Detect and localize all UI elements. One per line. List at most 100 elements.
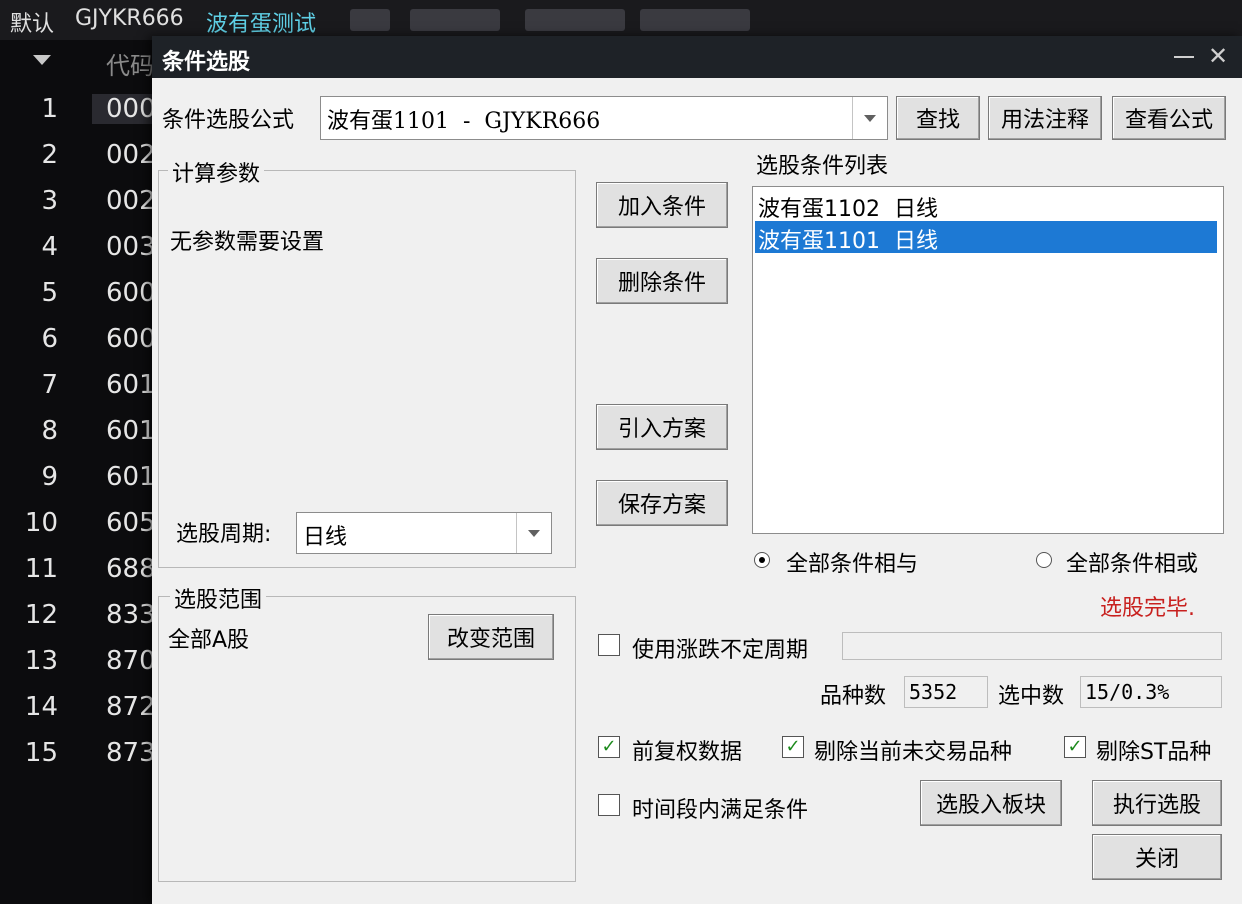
row-code: 003 [106,232,156,262]
row-code: 601 [106,462,156,492]
execute-button[interactable]: 执行选股 [1092,780,1222,826]
list-item[interactable]: 波有蛋1101 日线 [755,221,1217,254]
row-code: 870 [106,646,156,676]
table-row[interactable]: 10 605 [0,500,156,546]
change-range-button[interactable]: 改变范围 [428,614,554,660]
table-row[interactable]: 14 872 [0,684,156,730]
radio-all-or-label[interactable]: 全部条件相或 [1066,546,1198,578]
row-code: 002 [106,140,156,170]
blurred-tab [410,9,500,31]
row-code: 873 [106,738,156,768]
period-label: 选股周期: [176,522,272,547]
tab-gjykr666[interactable]: GJYKR666 [75,6,184,31]
row-index: 9 [41,462,58,492]
formula-dropdown-button[interactable] [852,97,887,139]
usage-notes-button[interactable]: 用法注释 [988,96,1102,140]
varieties-label: 品种数 [820,684,887,709]
time-range-label[interactable]: 时间段内满足条件 [632,792,808,824]
formula-value: 波有蛋1101 - GJYKR666 [327,109,601,134]
row-index: 2 [41,140,58,170]
table-row[interactable]: 5 600 [0,270,155,316]
add-condition-button[interactable]: 加入条件 [596,182,728,228]
delete-condition-button[interactable]: 删除条件 [596,258,728,304]
table-row[interactable]: 4 003 [0,224,155,270]
chevron-down-icon [528,530,540,537]
dialog-titlebar[interactable]: 条件选股 ✕ [152,36,1242,78]
row-index: 8 [41,416,58,446]
to-block-button[interactable]: 选股入板块 [920,780,1062,826]
table-row[interactable]: 1 000 [0,86,166,132]
exclude-untraded-label[interactable]: 剔除当前未交易品种 [814,734,1012,766]
checkbox-pre-adjust[interactable]: ✓ [598,736,620,758]
row-code: 833 [106,600,156,630]
params-text: 无参数需要设置 [170,230,325,255]
checkbox-exclude-st[interactable]: ✓ [1064,736,1086,758]
uncertain-period-label[interactable]: 使用涨跌不定周期 [632,632,808,664]
row-index: 3 [41,186,58,216]
table-row[interactable]: 8 601 [0,408,155,454]
checkbox-time-range[interactable] [598,794,620,816]
tab-default[interactable]: 默认 [10,6,54,38]
conditions-list-label: 选股条件列表 [756,154,889,179]
radio-all-or[interactable] [1036,552,1052,568]
checkbox-uncertain-period[interactable] [598,634,620,656]
top-tab-bar: 默认 GJYKR666 波有蛋测试 [0,0,1242,40]
table-row[interactable]: 11 688 [0,546,156,592]
selected-count-value: 15/0.3% [1080,676,1222,708]
minimize-icon[interactable] [1174,56,1194,58]
varieties-value: 5352 [904,676,988,708]
table-row[interactable]: 2 002 [0,132,155,178]
row-code: 600 [106,278,156,308]
period-select[interactable]: 日线 [296,512,552,554]
table-row[interactable]: 7 601 [0,362,155,408]
row-index: 11 [24,554,58,584]
list-item[interactable]: 波有蛋1102 日线 [755,189,1217,222]
blurred-tab [640,9,750,31]
row-code: 600 [106,324,156,354]
close-icon[interactable]: ✕ [1208,42,1228,70]
pre-adjust-label[interactable]: 前复权数据 [632,734,742,766]
table-row[interactable]: 3 002 [0,178,155,224]
row-index: 7 [41,370,58,400]
table-row[interactable]: 6 600 [0,316,155,362]
table-row[interactable]: 12 833 [0,592,156,638]
selected-count-label: 选中数 [998,684,1065,709]
radio-all-and-label[interactable]: 全部条件相与 [786,546,918,578]
row-index: 12 [24,600,58,630]
formula-label: 条件选股公式 [162,108,295,133]
sort-arrow-icon[interactable] [33,55,51,65]
row-code: 601 [106,416,156,446]
row-index: 5 [41,278,58,308]
uncertain-period-field[interactable] [842,632,1222,660]
formula-select[interactable]: 波有蛋1101 - GJYKR666 [320,96,888,140]
checkbox-exclude-untraded[interactable]: ✓ [782,736,804,758]
import-plan-button[interactable]: 引入方案 [596,404,728,450]
table-row[interactable]: 13 870 [0,638,156,684]
table-row[interactable]: 9 601 [0,454,155,500]
table-row[interactable]: 15 873 [0,730,156,776]
close-button[interactable]: 关闭 [1092,834,1222,880]
row-code: 605 [106,508,156,538]
row-index: 6 [41,324,58,354]
row-code: 601 [106,370,156,400]
range-group-title: 选股范围 [170,582,267,614]
radio-all-and[interactable] [754,552,770,568]
row-index: 1 [41,94,58,124]
status-text: 选股完毕. [1100,596,1195,621]
period-dropdown-button[interactable] [516,513,551,553]
period-value: 日线 [303,525,348,550]
stock-screener-dialog: 条件选股 ✕ 条件选股公式 波有蛋1101 - GJYKR666 查找 用法注释… [152,36,1242,904]
chevron-down-icon [864,115,876,122]
row-index: 15 [24,738,58,768]
row-code: 872 [106,692,156,722]
save-plan-button[interactable]: 保存方案 [596,480,728,526]
row-index: 14 [24,692,58,722]
conditions-list[interactable]: 波有蛋1102 日线 波有蛋1101 日线 [752,186,1224,534]
column-header-code[interactable]: 代码 [106,46,154,81]
view-formula-button[interactable]: 查看公式 [1112,96,1226,140]
find-button[interactable]: 查找 [896,96,980,140]
params-group-title: 计算参数 [168,156,265,188]
range-value: 全部A股 [168,628,250,653]
exclude-st-label[interactable]: 剔除ST品种 [1096,734,1211,766]
tab-test[interactable]: 波有蛋测试 [206,6,316,38]
